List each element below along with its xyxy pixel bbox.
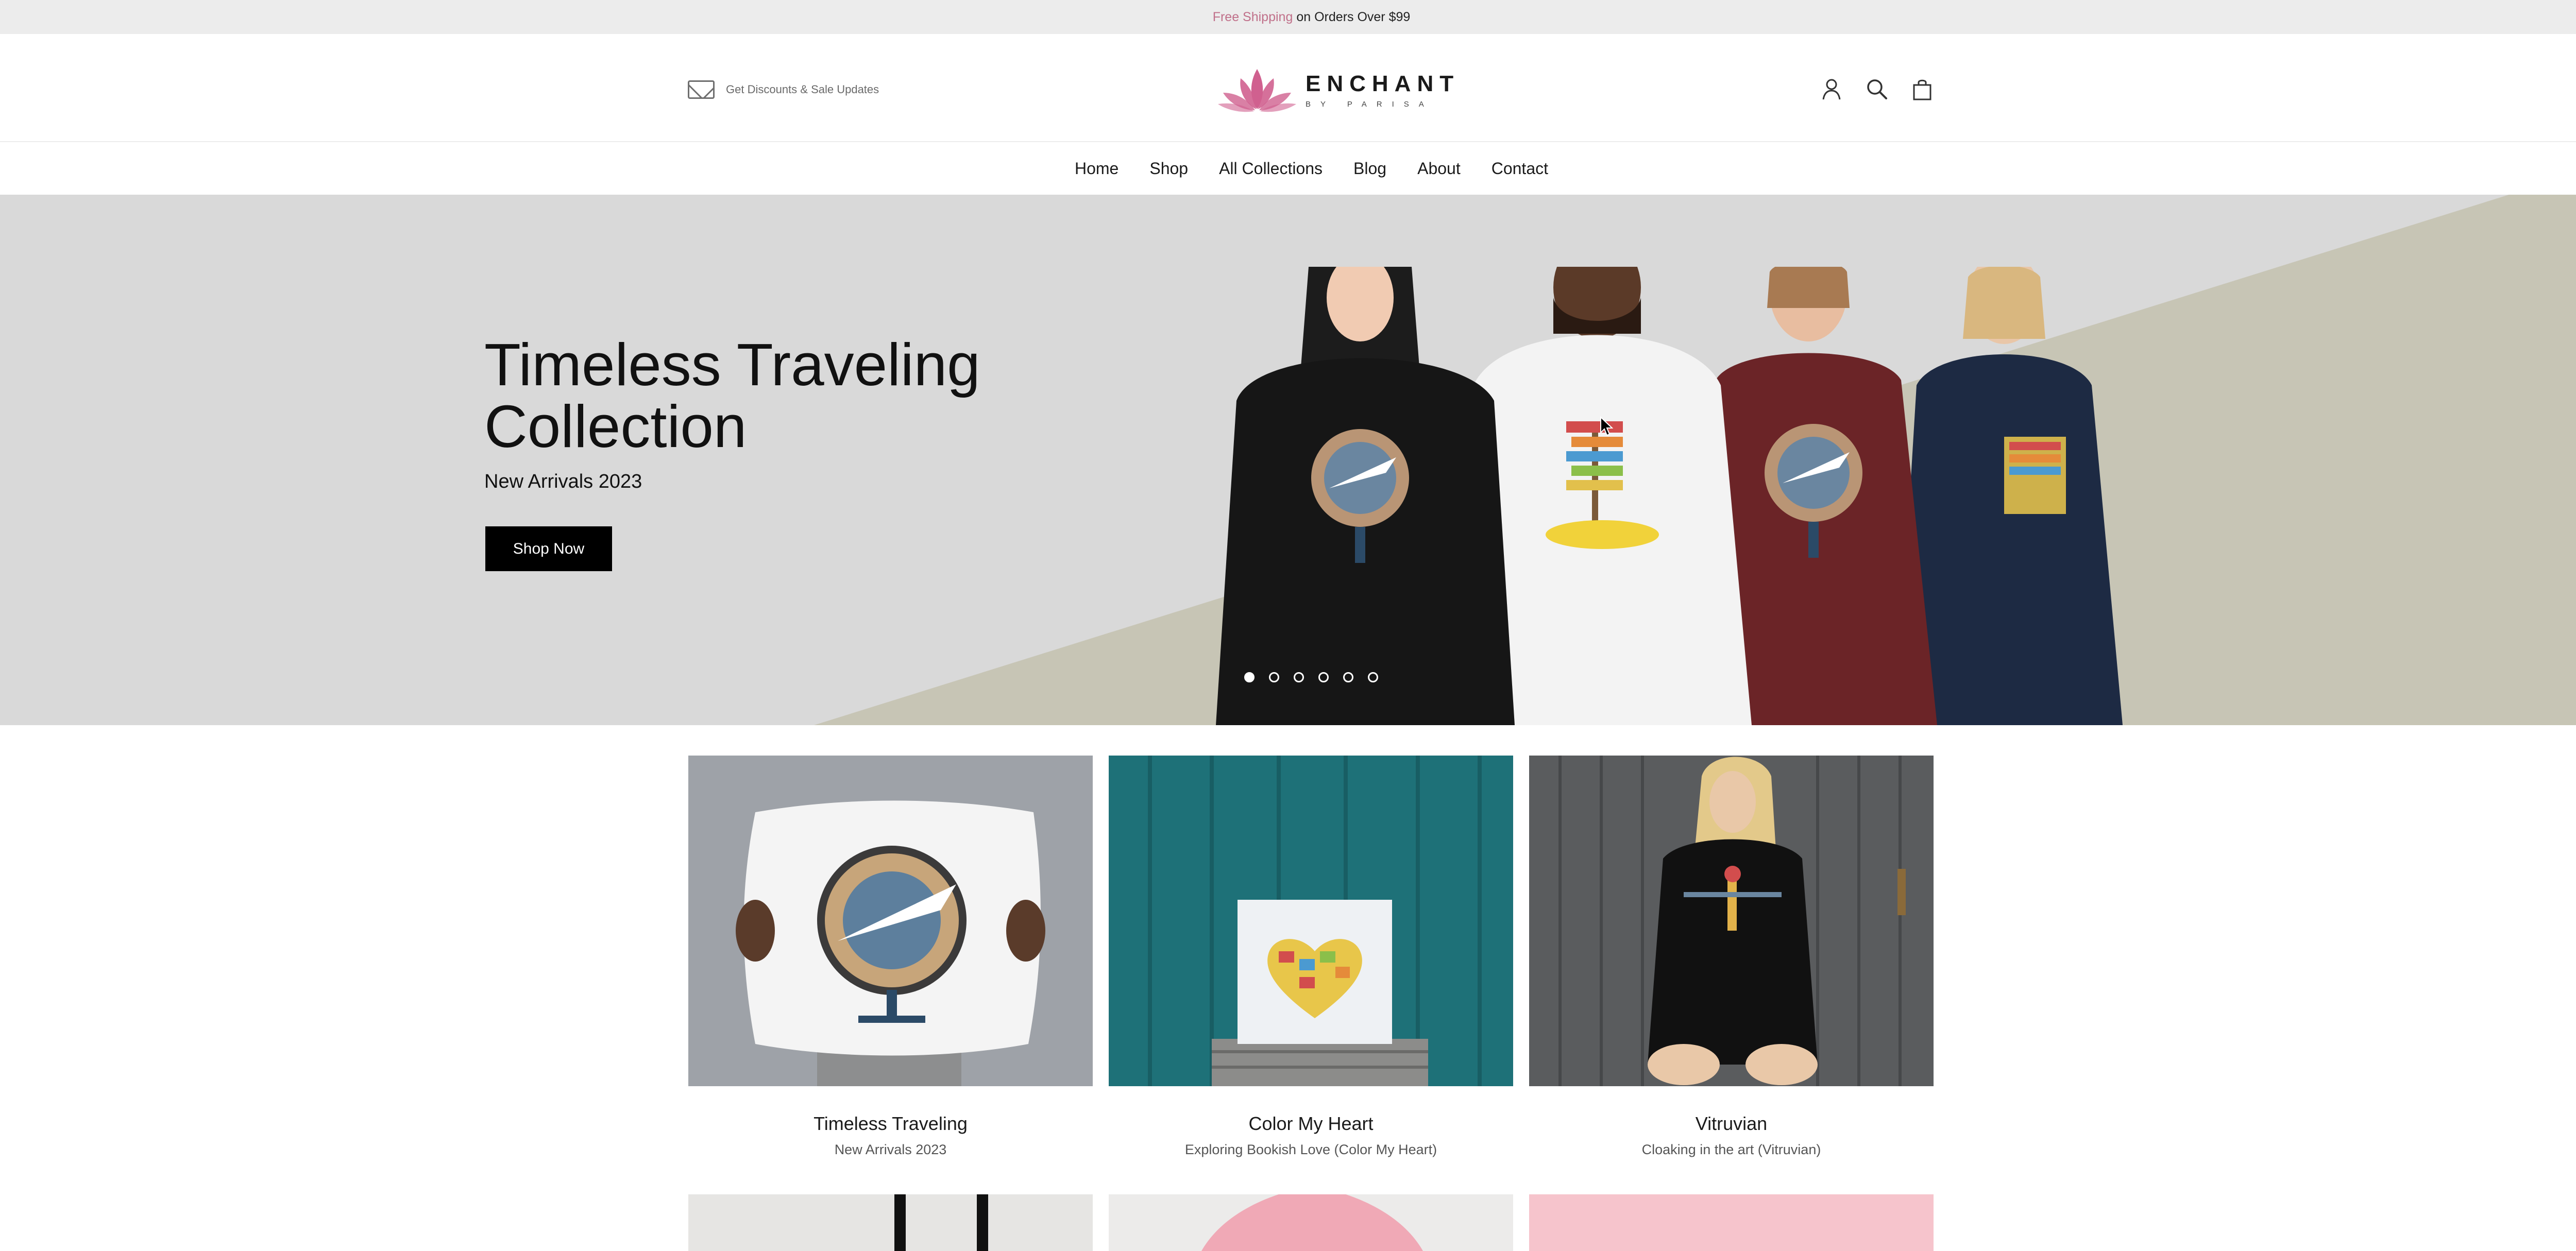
- nav-shop[interactable]: Shop: [1149, 159, 1188, 178]
- main-nav: Home Shop All Collections Blog About Con…: [0, 142, 2576, 195]
- hero-subtitle: New Arrivals 2023: [484, 471, 642, 492]
- collection-card-timeless-traveling[interactable]: Timeless Traveling New Arrivals 2023: [688, 756, 1093, 1158]
- shop-now-button[interactable]: Shop Now: [485, 526, 612, 571]
- newsletter-label: Get Discounts & Sale Updates: [726, 83, 879, 96]
- slide-dot-3[interactable]: [1294, 672, 1304, 682]
- nav-about[interactable]: About: [1417, 159, 1461, 178]
- collection-card-peek-1[interactable]: [688, 1194, 1093, 1251]
- collection-image: [1529, 1194, 1934, 1251]
- collection-subtitle: New Arrivals 2023: [834, 1142, 947, 1157]
- slide-dot-4[interactable]: [1318, 672, 1329, 682]
- collection-title[interactable]: Vitruvian: [1529, 1113, 1934, 1135]
- announcement-bar: Free Shipping on Orders Over $99: [0, 0, 2576, 34]
- collection-image: [1109, 1194, 1513, 1251]
- nav-home[interactable]: Home: [1075, 159, 1118, 178]
- nav-blog[interactable]: Blog: [1353, 159, 1386, 178]
- logo-sub: BY PARISA: [1306, 99, 1434, 109]
- search-icon[interactable]: [1865, 77, 1889, 101]
- slide-dot-5[interactable]: [1343, 672, 1353, 682]
- hero-model-image: [1216, 267, 2123, 725]
- account-icon[interactable]: [1820, 77, 1843, 101]
- collection-subtitle: Cloaking in the art (Vitruvian): [1641, 1142, 1821, 1157]
- hero-title-line2: Collection: [484, 393, 747, 460]
- mail-icon: [688, 80, 715, 99]
- collection-subtitle: Exploring Bookish Love (Color My Heart): [1184, 1142, 1437, 1157]
- logo-brand: ENCHANT: [1306, 71, 1460, 96]
- slide-dot-1[interactable]: [1244, 672, 1255, 682]
- nav-all-collections[interactable]: All Collections: [1219, 159, 1323, 178]
- collection-title[interactable]: Timeless Traveling: [688, 1113, 1093, 1135]
- collection-card-color-my-heart[interactable]: Color My Heart Exploring Bookish Love (C…: [1109, 756, 1513, 1158]
- hero-slideshow: Timeless Traveling Collection New Arriva…: [0, 195, 2576, 725]
- hero-title-line1: Timeless Traveling: [484, 331, 980, 398]
- collection-image: [688, 1194, 1093, 1251]
- hero-title: Timeless Traveling Collection: [484, 334, 980, 457]
- newsletter-link[interactable]: Get Discounts & Sale Updates: [688, 80, 879, 99]
- slide-dot-2[interactable]: [1269, 672, 1279, 682]
- mouse-cursor-icon: [1600, 416, 1613, 436]
- slide-dot-6[interactable]: [1368, 672, 1378, 682]
- collection-title[interactable]: Color My Heart: [1109, 1113, 1513, 1135]
- collection-image[interactable]: [688, 756, 1093, 1086]
- site-logo[interactable]: ENCHANT BY PARISA: [1216, 64, 1460, 115]
- collection-image[interactable]: [1109, 756, 1513, 1086]
- collection-card-vitruvian[interactable]: Vitruvian Cloaking in the art (Vitruvian…: [1529, 756, 1934, 1158]
- collection-card-peek-2[interactable]: [1109, 1194, 1513, 1251]
- announcement-highlight[interactable]: Free Shipping: [1213, 10, 1293, 25]
- announcement-text: on Orders Over $99: [1296, 9, 1411, 24]
- collection-card-peek-3[interactable]: [1529, 1194, 1934, 1251]
- slideshow-dots: [1244, 672, 1378, 682]
- cart-icon[interactable]: [1910, 77, 1934, 101]
- site-header: Get Discounts & Sale Updates ENCHANT BY …: [0, 34, 2576, 142]
- header-icons: [1820, 77, 1934, 101]
- lotus-icon: [1218, 69, 1296, 112]
- collection-image[interactable]: [1529, 756, 1934, 1086]
- nav-contact[interactable]: Contact: [1492, 159, 1548, 178]
